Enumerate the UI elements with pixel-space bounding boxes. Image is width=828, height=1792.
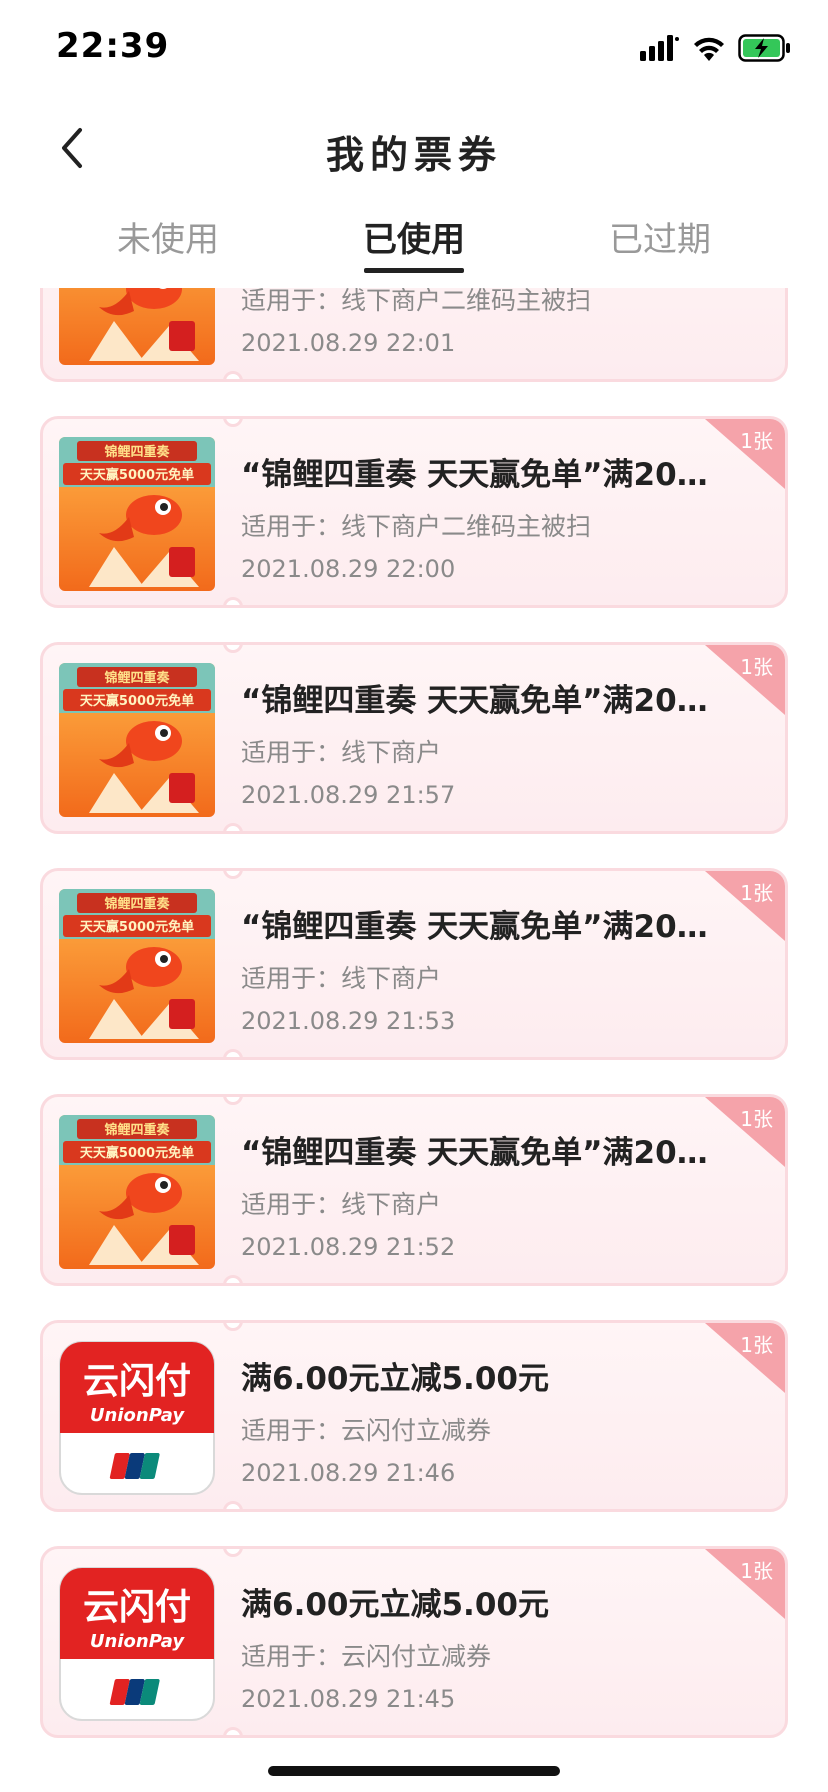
coupon-card[interactable]: 云闪付 UnionPay 满6.00元立减5.00元 适用于：云闪付立减券 20…	[40, 1320, 788, 1512]
ticket-notch	[223, 823, 243, 831]
ticket-notch	[223, 1097, 243, 1105]
koi-banner-top: 锦鲤四重奏	[104, 444, 170, 460]
count-badge-label: 1张	[740, 429, 773, 453]
coupon-scope: 适用于：线下商户二维码主被扫	[241, 288, 592, 315]
unionpay-logo-image: 云闪付 UnionPay	[59, 1341, 215, 1495]
status-icons	[640, 34, 792, 66]
coupon-scope: 适用于：云闪付立减券	[241, 1642, 492, 1671]
coupon-title: 满6.00元立减5.00元	[241, 1361, 549, 1397]
wifi-icon	[692, 35, 726, 65]
tab-bar: 未使用 已使用 已过期	[0, 200, 828, 288]
ticket-notch	[223, 1727, 243, 1735]
ticket-notch	[223, 645, 243, 653]
coupon-date: 2021.08.29 21:53	[241, 1007, 456, 1035]
coupon-card[interactable]: 锦鲤四重奏 天天赢5000元免单 “锦鲤四重奏 天天赢免单”满200减... 适…	[40, 642, 788, 834]
unionpay-logo-image: 云闪付 UnionPay	[59, 1567, 215, 1721]
koi-promo-image: 锦鲤四重奏 天天赢5000元免单	[59, 288, 215, 365]
count-badge-label: 1张	[740, 1333, 773, 1357]
coupon-list[interactable]: 锦鲤四重奏 天天赢5000元免单 适用于：线下商户二维码主被扫 2021.08.…	[0, 288, 828, 1792]
ticket-notch	[223, 1049, 243, 1057]
coupon-scope: 适用于：线下商户	[241, 1190, 442, 1219]
count-badge-label: 1张	[740, 881, 773, 905]
count-badge-label: 1张	[740, 655, 773, 679]
page-title: 我的票券	[325, 133, 502, 177]
coupon-card[interactable]: 云闪付 UnionPay 满6.00元立减5.00元 适用于：云闪付立减券 20…	[40, 1546, 788, 1738]
count-badge-label: 1张	[740, 1559, 773, 1583]
coupon-date: 2021.08.29 21:52	[241, 1233, 456, 1261]
koi-promo-image: 锦鲤四重奏 天天赢5000元免单	[59, 437, 215, 591]
coupon-title: “锦鲤四重奏 天天赢免单”满20减6...	[241, 457, 711, 493]
koi-banner-top: 锦鲤四重奏	[104, 896, 170, 912]
koi-banner-main: 天天赢5000元免单	[80, 1145, 194, 1161]
koi-banner-top: 锦鲤四重奏	[104, 1122, 170, 1138]
ticket-notch	[223, 1323, 243, 1331]
coupon-scope: 适用于：线下商户	[241, 738, 442, 767]
ticket-notch	[223, 1549, 243, 1557]
coupon-date: 2021.08.29 22:00	[241, 555, 456, 583]
coupon-title: 满6.00元立减5.00元	[241, 1587, 549, 1623]
coupon-scope: 适用于：云闪付立减券	[241, 1416, 492, 1445]
ticket-notch	[223, 419, 243, 427]
coupon-date: 2021.08.29 21:45	[241, 1685, 456, 1713]
koi-banner-main: 天天赢5000元免单	[80, 919, 194, 935]
home-indicator	[268, 1766, 560, 1776]
coupon-date: 2021.08.29 22:01	[241, 329, 456, 357]
unionpay-en-text: UnionPay	[90, 1631, 185, 1652]
tab-expired[interactable]: 已过期	[560, 212, 760, 261]
tab-unused[interactable]: 未使用	[68, 212, 268, 261]
coupon-title: “锦鲤四重奏 天天赢免单”满200减...	[241, 683, 711, 719]
koi-banner-main: 天天赢5000元免单	[80, 693, 194, 709]
coupon-card[interactable]: 锦鲤四重奏 天天赢5000元免单 “锦鲤四重奏 天天赢免单”满200减... 适…	[40, 1094, 788, 1286]
app-screen: 22:39 我的票券 未使用 已使用 已过期 适用于：线下商户二维码主被扫 20…	[0, 0, 828, 1792]
coupon-title: “锦鲤四重奏 天天赢免单”满200减...	[241, 909, 711, 945]
unionpay-cn-text: 云闪付	[83, 1587, 191, 1628]
status-time: 22:39	[56, 26, 170, 66]
coupon-card[interactable]: 锦鲤四重奏 天天赢5000元免单 适用于：线下商户二维码主被扫 2021.08.…	[40, 288, 788, 382]
nav-bar: 我的票券	[0, 100, 828, 200]
unionpay-cn-text: 云闪付	[83, 1361, 191, 1402]
coupon-title: “锦鲤四重奏 天天赢免单”满200减...	[241, 1135, 711, 1171]
coupon-date: 2021.08.29 21:57	[241, 781, 456, 809]
count-badge-label: 1张	[740, 1107, 773, 1131]
unionpay-en-text: UnionPay	[90, 1405, 185, 1426]
coupon-date: 2021.08.29 21:46	[241, 1459, 456, 1487]
koi-promo-image: 锦鲤四重奏 天天赢5000元免单	[59, 663, 215, 817]
koi-promo-image: 锦鲤四重奏 天天赢5000元免单	[59, 889, 215, 1043]
ticket-notch	[223, 597, 243, 605]
battery-charging-icon	[738, 34, 792, 66]
ticket-notch	[223, 871, 243, 879]
ticket-notch	[223, 371, 243, 379]
status-bar: 22:39	[0, 0, 828, 100]
koi-promo-image: 锦鲤四重奏 天天赢5000元免单	[59, 1115, 215, 1269]
coupon-card[interactable]: 锦鲤四重奏 天天赢5000元免单 “锦鲤四重奏 天天赢免单”满200减... 适…	[40, 868, 788, 1060]
signal-icon	[640, 35, 680, 65]
coupon-card[interactable]: 锦鲤四重奏 天天赢5000元免单 “锦鲤四重奏 天天赢免单”满20减6... 适…	[40, 416, 788, 608]
koi-banner-top: 锦鲤四重奏	[104, 670, 170, 686]
koi-banner-main: 天天赢5000元免单	[80, 467, 194, 483]
ticket-notch	[223, 1275, 243, 1283]
active-tab-indicator	[364, 268, 464, 273]
tab-used[interactable]: 已使用	[314, 212, 514, 261]
coupon-scope: 适用于：线下商户二维码主被扫	[241, 512, 592, 541]
ticket-notch	[223, 1501, 243, 1509]
coupon-scope: 适用于：线下商户	[241, 964, 442, 993]
